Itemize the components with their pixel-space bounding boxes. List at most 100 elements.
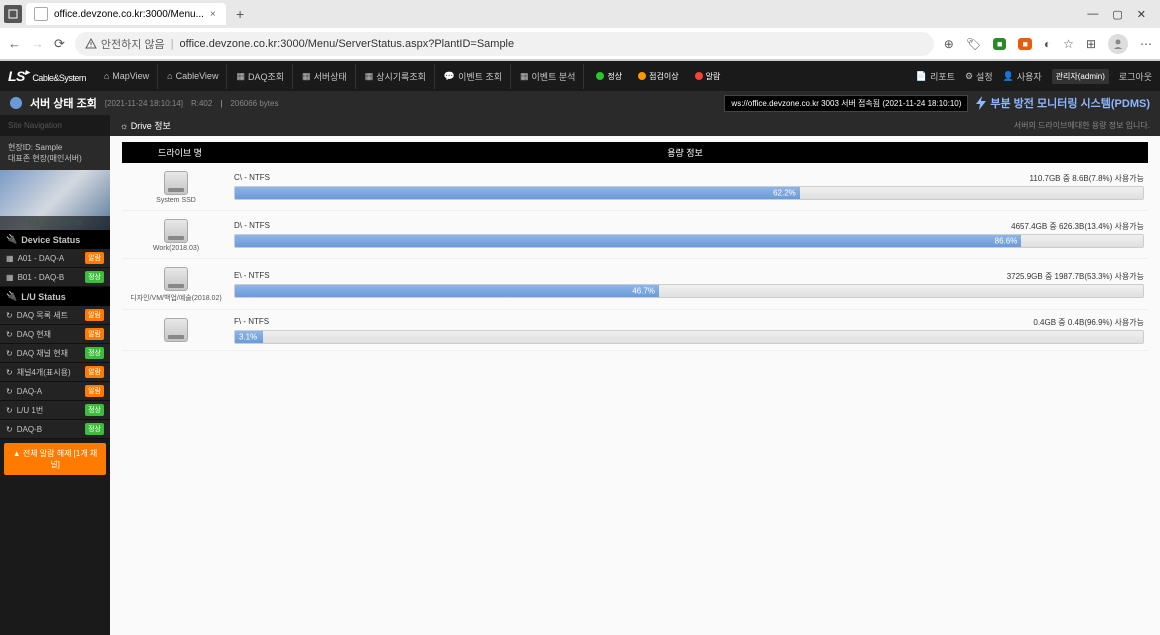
plug-icon: 🔌 <box>6 291 17 302</box>
lu-item-3[interactable]: ↻채널4개(표시용)알람 <box>0 363 110 382</box>
plant-info: 현장ID: Sample 대표존 현장(매인서버) <box>0 136 110 170</box>
maximize-button[interactable]: ▢ <box>1112 8 1122 21</box>
progress-pct: 46.7% <box>632 286 655 295</box>
nav-items: ⌂MapView ⌂CableView ▦DAQ조회 ▦서버상태 ▦상시기록조회… <box>96 64 585 89</box>
refresh-icon: ↻ <box>6 368 13 377</box>
drive-name: Work(2018.03) <box>126 245 226 252</box>
drive-capacity-text: 4657.4GB 중 626.3B(13.4%) 사용가능 <box>1011 221 1144 232</box>
close-button[interactable]: ✕ <box>1137 8 1146 21</box>
drive-info: C\ - NTFS110.7GB 중 8.6B(7.8%) 사용가능 62.2% <box>234 173 1144 200</box>
tab-close-icon[interactable]: × <box>210 9 216 20</box>
tab-overview-button[interactable] <box>4 5 22 23</box>
minimize-button[interactable]: — <box>1087 8 1098 21</box>
clear-alarm-button[interactable]: ▲ 전체 알람 해제 [1개 채널] <box>4 443 106 475</box>
ext-badge-1[interactable]: ■ <box>993 38 1006 50</box>
shopping-icon[interactable]: 🏷 <box>966 37 981 51</box>
browser-tab[interactable]: office.devzone.co.kr:3000/Menu... × <box>26 3 226 25</box>
favorite-icon[interactable]: ☆ <box>1063 37 1074 51</box>
page-req: R:402 <box>191 99 212 108</box>
nav-cableview[interactable]: ⌂CableView <box>159 64 227 89</box>
admin-label: 관리자(admin) <box>1052 69 1109 84</box>
drive-row-f: F\ - NTFS0.4GB 중 0.4B(96.9%) 사용가능 3.1% <box>122 310 1148 351</box>
search-icon[interactable]: ⊕ <box>944 37 954 51</box>
drive-name: 디자인/VM/백업/예술(2018.02) <box>126 293 226 303</box>
drive-info: E\ - NTFS3725.9GB 중 1987.7B(53.3%) 사용가능 … <box>234 271 1144 298</box>
nav-settings[interactable]: ⚙설정 <box>965 70 993 83</box>
device-item-b01[interactable]: ▦B01 - DAQ-B 정상 <box>0 268 110 287</box>
side-nav-label: Site Navigation <box>0 115 110 136</box>
drive-info: D\ - NTFS 4657.4GB 중 626.3B(13.4%) 사용가능 8… <box>234 221 1144 248</box>
home-icon: ⌂ <box>167 71 172 81</box>
lu-item-5[interactable]: ↻L/U 1번정상 <box>0 401 110 420</box>
status-badge: 정상 <box>85 271 104 283</box>
status-badge: 알람 <box>85 309 104 321</box>
refresh-button[interactable]: ⟳ <box>54 36 65 52</box>
grid-icon: ▦ <box>236 71 245 82</box>
lu-item-2[interactable]: ↻DAQ 채널 현재정상 <box>0 344 110 363</box>
drive-volume: F\ - NTFS <box>234 317 269 328</box>
nav-event-analysis[interactable]: ▦이벤트 분석 <box>512 64 584 89</box>
status-badge: 알람 <box>85 385 104 397</box>
system-name: 부분 방전 모니터링 시스템(PDMS) <box>976 95 1150 111</box>
col-capacity: 용량 정보 <box>230 146 1140 159</box>
drive-volume: D\ - NTFS <box>234 221 270 232</box>
drive-icon-cell: Work(2018.03) <box>126 217 226 252</box>
status-leds: 정상 점검이상 알람 <box>590 69 726 84</box>
grid-icon: ▦ <box>520 71 529 82</box>
new-tab-button[interactable]: + <box>230 6 250 22</box>
drive-row-c: System SSD C\ - NTFS110.7GB 중 8.6B(7.8%)… <box>122 163 1148 211</box>
back-button[interactable]: ← <box>8 36 21 51</box>
grid-icon: ▦ <box>302 71 311 82</box>
section-title: ☼ Drive 정보 <box>120 119 171 132</box>
lu-item-0[interactable]: ↻DAQ 목록 세트알람 <box>0 306 110 325</box>
disk-icon <box>164 171 188 195</box>
nav-user[interactable]: 👤사용자 <box>1003 70 1042 83</box>
url-field[interactable]: 안전하지 않음 | office.devzone.co.kr:3000/Menu… <box>75 32 934 56</box>
refresh-icon: ↻ <box>6 425 13 434</box>
progress-pct: 3.1% <box>239 332 257 341</box>
drive-capacity-text: 110.7GB 중 8.6B(7.8%) 사용가능 <box>1030 173 1144 184</box>
lu-item-1[interactable]: ↻DAQ 현재알람 <box>0 325 110 344</box>
sync-icon[interactable]: ◐ <box>1044 37 1051 51</box>
status-badge: 정상 <box>85 423 104 435</box>
page-bytes: 206066 bytes <box>230 99 278 108</box>
disk-icon <box>164 219 188 243</box>
menu-icon[interactable]: ⋯ <box>1140 37 1152 51</box>
profile-avatar[interactable] <box>1108 34 1128 54</box>
page-title: 서버 상태 조회 <box>30 95 97 111</box>
tab-bar: office.devzone.co.kr:3000/Menu... × + — … <box>0 0 1160 28</box>
drive-name: System SSD <box>126 197 226 204</box>
status-badge: 정상 <box>85 404 104 416</box>
nav-record[interactable]: ▦상시기록조회 <box>357 64 435 89</box>
drive-volume: E\ - NTFS <box>234 271 270 282</box>
grid-icon: ▦ <box>6 254 14 263</box>
status-badge: 알람 <box>85 366 104 378</box>
nav-mapview[interactable]: ⌂MapView <box>96 64 158 89</box>
grid-icon: ▦ <box>6 273 14 282</box>
nav-daq[interactable]: ▦DAQ조회 <box>228 64 293 89</box>
device-item-a01[interactable]: ▦A01 - DAQ-A 알람 <box>0 249 110 268</box>
progress-bar: 3.1% <box>234 330 1144 344</box>
logout-link[interactable]: 로그아웃 <box>1119 70 1152 83</box>
plug-icon: 🔌 <box>6 234 17 245</box>
nav-event-view[interactable]: 💬이벤트 조회 <box>436 64 511 89</box>
lu-item-6[interactable]: ↻DAQ-B정상 <box>0 420 110 439</box>
led-warning: 점검이상 <box>632 69 684 84</box>
nav-server-status[interactable]: ▦서버상태 <box>294 64 356 89</box>
disk-icon <box>164 267 188 291</box>
sidebar: Site Navigation 현장ID: Sample 대표존 현장(매인서버… <box>0 115 110 635</box>
lu-item-4[interactable]: ↻DAQ-A알람 <box>0 382 110 401</box>
progress-bar: 86.6% <box>234 234 1144 248</box>
led-alarm: 알람 <box>689 69 727 84</box>
drive-table: 드라이브 명 용량 정보 System SSD C\ - NTFS110.7GB… <box>110 136 1160 357</box>
page-timestamp: [2021-11-24 18:10:14] <box>105 99 183 108</box>
status-badge: 알람 <box>85 252 104 264</box>
ext-badge-2[interactable]: ■ <box>1018 38 1031 50</box>
nav-report[interactable]: 📄리포트 <box>916 70 955 83</box>
collections-icon[interactable]: ⊞ <box>1086 37 1096 51</box>
chat-icon: 💬 <box>444 71 455 82</box>
drive-row-e: 디자인/VM/백업/예술(2018.02) E\ - NTFS3725.9GB … <box>122 259 1148 310</box>
disk-icon <box>164 318 188 342</box>
nav-right: 📄리포트 ⚙설정 👤사용자 관리자(admin) 로그아웃 <box>916 69 1152 84</box>
refresh-icon: ↻ <box>6 406 13 415</box>
